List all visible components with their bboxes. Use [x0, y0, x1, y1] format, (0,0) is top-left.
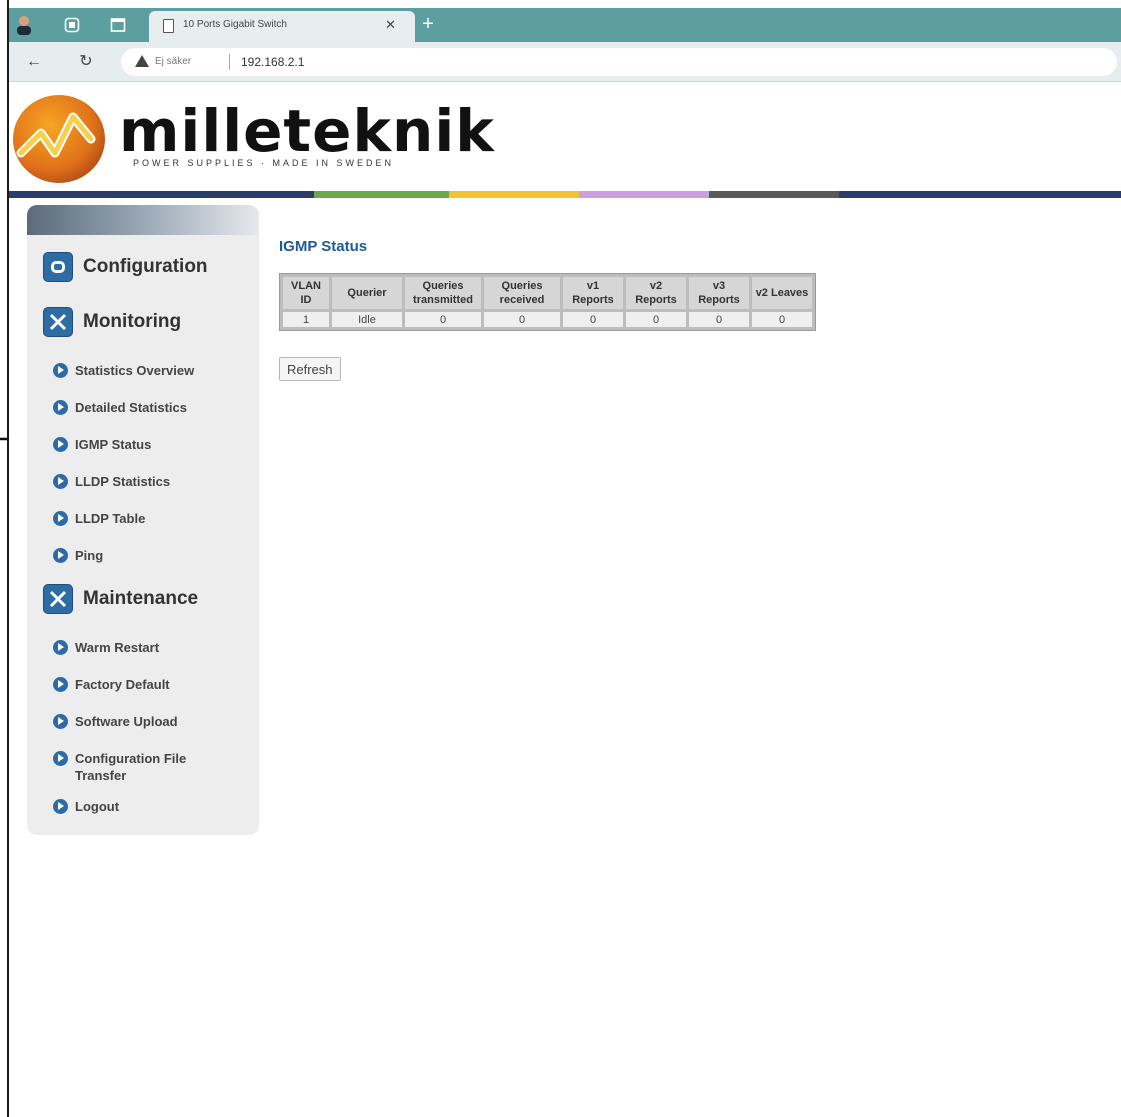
sidebar-item-label: Ping — [75, 548, 104, 563]
address-bar: ← ↻ Ej säker 192.168.2.1 — [9, 42, 1121, 82]
sidebar-item-label: Detailed Statistics — [75, 400, 187, 415]
web-page: milleteknik POWER SUPPLIES · MADE IN SWE… — [9, 83, 1121, 1117]
table-cell: 0 — [563, 312, 623, 327]
sidebar-item-ping[interactable]: Ping — [53, 547, 103, 564]
sidebar-item-label: Warm Restart — [75, 640, 160, 655]
column-header: VLAN ID — [283, 277, 329, 309]
sidebar-item-label: Configuration File Transfer — [75, 751, 187, 783]
url-field[interactable]: Ej säker 192.168.2.1 — [121, 48, 1117, 76]
url-text[interactable]: 192.168.2.1 — [241, 55, 304, 69]
arrow-bullet-icon — [53, 474, 68, 489]
sidebar-item-detailed-statistics[interactable]: Detailed Statistics — [53, 399, 187, 416]
arrow-bullet-icon — [53, 363, 68, 378]
color-segment — [449, 191, 579, 198]
sidebar-item-lldp-statistics[interactable]: LLDP Statistics — [53, 473, 170, 490]
sidebar-menu: Configuration Monitoring Statistics Over… — [27, 205, 259, 835]
tab-switch[interactable]: 10 Ports Gigabit Switch ✕ — [149, 11, 415, 42]
sidebar-item-warm-restart[interactable]: Warm Restart — [53, 639, 159, 656]
table-header-row: VLAN ID Querier Queries transmitted Quer… — [283, 277, 812, 309]
tab-bar: 10 Ports Gigabit Switch ✕ + — [9, 8, 1121, 42]
back-arrow-icon[interactable]: ← — [23, 51, 45, 73]
menu-section-maintenance[interactable]: Maintenance — [43, 584, 198, 614]
collections-icon[interactable] — [61, 14, 83, 36]
new-tab-button[interactable]: + — [417, 12, 439, 36]
arrow-bullet-icon — [53, 548, 68, 563]
table-cell: 1 — [283, 312, 329, 327]
sidebar-item-label: Factory Default — [75, 677, 170, 692]
url-separator — [229, 54, 230, 70]
lightning-bolt-icon — [16, 112, 96, 158]
configuration-icon — [43, 252, 73, 282]
sidebar-item-igmp-status[interactable]: IGMP Status — [53, 436, 151, 453]
logo-text: milleteknik — [119, 97, 495, 165]
igmp-status-table: VLAN ID Querier Queries transmitted Quer… — [279, 273, 816, 331]
security-label[interactable]: Ej säker — [155, 56, 191, 67]
color-segment — [579, 191, 709, 198]
header-color-bar — [9, 191, 1121, 198]
table-cell: 0 — [484, 312, 560, 327]
table-cell: Idle — [332, 312, 402, 327]
reload-icon[interactable]: ↻ — [75, 51, 97, 73]
arrow-bullet-icon — [53, 799, 68, 814]
menu-section-monitoring[interactable]: Monitoring — [43, 307, 181, 337]
close-tab-icon[interactable]: ✕ — [385, 17, 396, 33]
column-header: v2 Reports — [626, 277, 686, 309]
arrow-bullet-icon — [53, 400, 68, 415]
tools-icon — [43, 584, 73, 614]
menu-section-configuration[interactable]: Configuration — [43, 252, 208, 282]
sidebar-item-label: IGMP Status — [75, 437, 152, 452]
table-row: 1 Idle 0 0 0 0 0 0 — [283, 312, 812, 327]
column-header: Querier — [332, 277, 402, 309]
tools-icon — [43, 307, 73, 337]
arrow-bullet-icon — [53, 751, 68, 766]
sidebar-item-label: LLDP Statistics — [75, 474, 171, 489]
color-segment — [839, 191, 1121, 198]
warning-icon[interactable] — [135, 55, 149, 67]
arrow-bullet-icon — [53, 640, 68, 655]
sidebar-item-statistics-overview[interactable]: Statistics Overview — [53, 362, 194, 379]
column-header: v3 Reports — [689, 277, 749, 309]
color-segment — [314, 191, 449, 198]
sidebar-item-label: Logout — [75, 799, 120, 814]
sidebar-item-lldp-table[interactable]: LLDP Table — [53, 510, 145, 527]
sidebar-item-configuration-file-transfer[interactable]: Configuration File Transfer — [53, 750, 213, 784]
arrow-bullet-icon — [53, 437, 68, 452]
column-header: v1 Reports — [563, 277, 623, 309]
table-cell: 0 — [626, 312, 686, 327]
section-label: Maintenance — [83, 588, 199, 609]
page-title: IGMP Status — [279, 238, 368, 255]
table-cell: 0 — [752, 312, 812, 327]
sidebar-item-label: Statistics Overview — [75, 363, 195, 378]
column-header: Queries transmitted — [405, 277, 481, 309]
color-segment — [709, 191, 839, 198]
table-cell: 0 — [689, 312, 749, 327]
column-header: v2 Leaves — [752, 277, 812, 309]
section-label: Monitoring — [83, 311, 182, 332]
section-label: Configuration — [83, 256, 208, 277]
arrow-bullet-icon — [53, 714, 68, 729]
sidebar-item-label: Software Upload — [75, 714, 178, 729]
color-segment — [9, 191, 314, 198]
sidebar-item-logout[interactable]: Logout — [53, 798, 119, 815]
column-header: Queries received — [484, 277, 560, 309]
sidebar-item-factory-default[interactable]: Factory Default — [53, 676, 170, 693]
sidebar-item-label: LLDP Table — [75, 511, 146, 526]
arrow-bullet-icon — [53, 511, 68, 526]
refresh-button[interactable]: Refresh — [279, 357, 341, 381]
browser-window: 10 Ports Gigabit Switch ✕ + ← ↻ Ej säker… — [9, 8, 1121, 1117]
tab-title: 10 Ports Gigabit Switch — [183, 19, 287, 30]
arrow-bullet-icon — [53, 677, 68, 692]
sidebar-item-software-upload[interactable]: Software Upload — [53, 713, 178, 730]
sidebar-header — [27, 205, 259, 235]
tab-actions-icon[interactable] — [107, 14, 129, 36]
table-cell: 0 — [405, 312, 481, 327]
page-icon — [163, 19, 174, 33]
logo-tagline: POWER SUPPLIES · MADE IN SWEDEN — [133, 158, 395, 168]
profile-icon[interactable] — [13, 14, 35, 36]
